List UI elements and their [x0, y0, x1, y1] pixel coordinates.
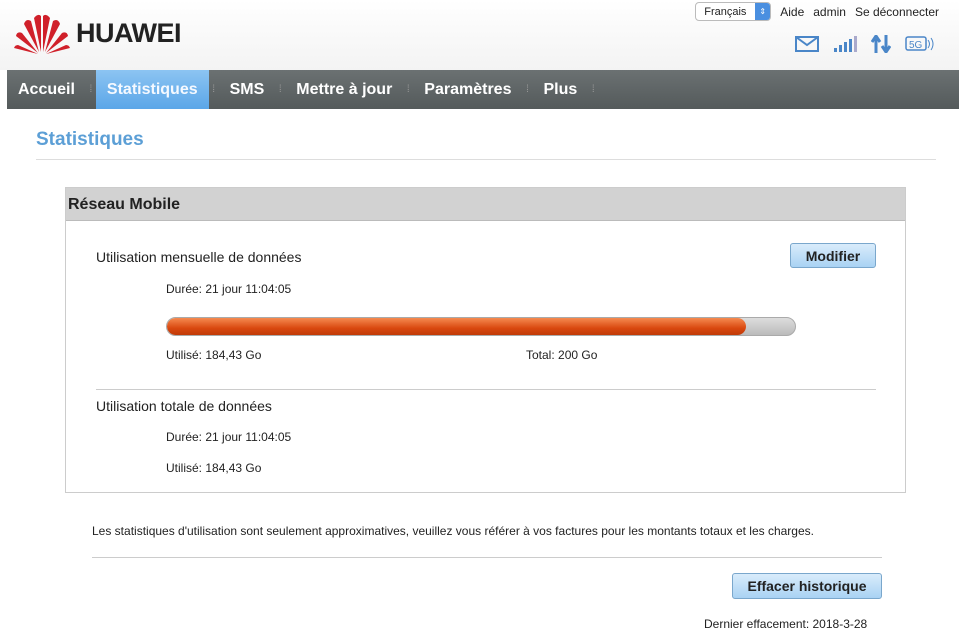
progress-fill	[167, 318, 747, 335]
brand-name: HUAWEI	[76, 17, 182, 48]
nav-separator: ⁞	[89, 84, 93, 95]
monthly-usage-label: Utilisation mensuelle de données	[96, 249, 302, 265]
nav-sms[interactable]: SMS	[219, 70, 276, 109]
nav-separator: ⁞	[278, 84, 282, 95]
logout-link[interactable]: Se déconnecter	[855, 5, 939, 19]
total-used: Utilisé: 184,43 Go	[166, 461, 262, 475]
language-value: Français	[704, 5, 747, 18]
svg-text:5G: 5G	[909, 40, 923, 51]
nav-separator: ⁞	[591, 84, 595, 95]
divider	[92, 557, 882, 558]
main-nav: Accueil ⁞ Statistiques ⁞ SMS ⁞ Mettre à jou…	[7, 70, 959, 109]
select-arrows-icon: ⇕	[755, 3, 771, 20]
divider	[36, 159, 936, 160]
language-select[interactable]: Français ⇕	[695, 2, 772, 21]
nav-separator: ⁞	[212, 84, 215, 95]
divider	[96, 389, 876, 390]
nav-statistiques[interactable]: Statistiques	[95, 70, 209, 109]
nav-separator: ⁞	[526, 84, 529, 95]
nav-accueil[interactable]: Accueil	[7, 70, 86, 109]
monthly-total: Total: 200 Go	[526, 348, 598, 362]
last-clear-date: Dernier effacement: 2018-3-28	[704, 617, 868, 631]
data-transfer-icon	[871, 35, 891, 53]
monthly-duration: Durée: 21 jour 11:04:05	[166, 282, 292, 296]
usage-disclaimer: Les statistiques d'utilisation sont seul…	[92, 524, 814, 538]
huawei-flower-icon	[14, 14, 70, 54]
signal-icon	[834, 36, 857, 52]
nav-mettre-a-jour[interactable]: Mettre à jour	[285, 70, 403, 109]
modify-button[interactable]: Modifier	[790, 243, 876, 268]
clear-history-button[interactable]: Effacer historique	[732, 573, 882, 599]
user-link[interactable]: admin	[813, 5, 846, 19]
total-usage-label: Utilisation totale de données	[96, 398, 272, 414]
5g-icon: 5G	[905, 36, 934, 51]
header: HUAWEI Français ⇕ Aide admin Se déconnect…	[0, 0, 959, 70]
monthly-used: Utilisé: 184,43 Go	[166, 348, 262, 362]
nav-plus[interactable]: Plus	[532, 70, 588, 109]
mobile-network-panel: Réseau Mobile Utilisation mensuelle de d…	[65, 187, 906, 493]
panel-title: Réseau Mobile	[66, 188, 905, 221]
total-duration: Durée: 21 jour 11:04:05	[166, 430, 292, 444]
mail-icon[interactable]	[795, 36, 819, 52]
monthly-usage-progress	[166, 317, 796, 336]
huawei-logo: HUAWEI	[14, 12, 182, 54]
nav-separator: ⁞	[406, 84, 410, 95]
page-title: Statistiques	[36, 129, 144, 150]
nav-parametres[interactable]: Paramètres	[413, 70, 522, 109]
help-link[interactable]: Aide	[780, 5, 804, 19]
